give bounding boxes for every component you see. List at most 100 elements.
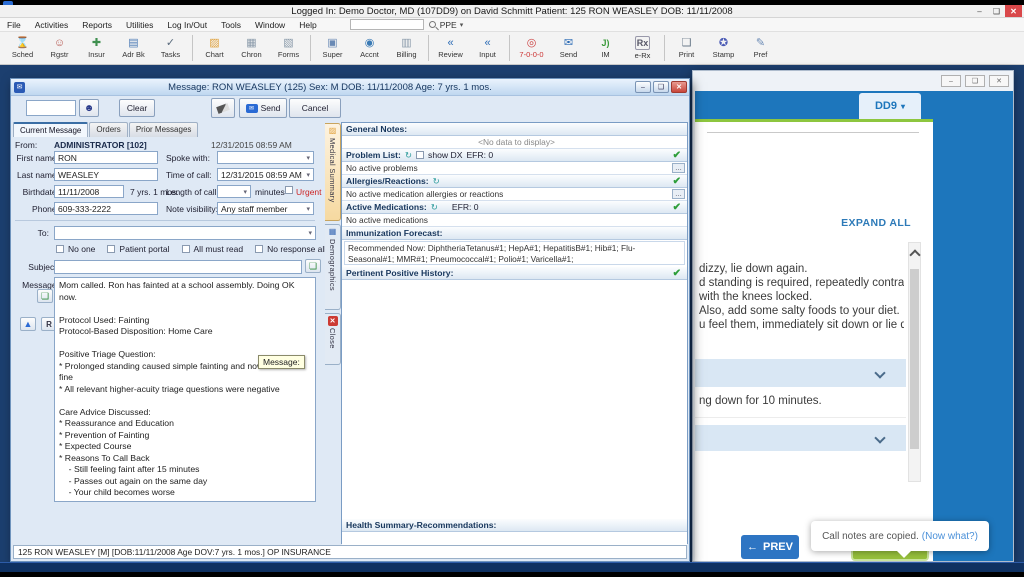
- menu-utilities[interactable]: Utilities: [119, 20, 160, 30]
- maximize-button[interactable]: ❑: [653, 81, 669, 93]
- toolbar-review[interactable]: «Review: [432, 32, 469, 64]
- toolbar-7000[interactable]: ◎7-0-0-0: [513, 32, 550, 64]
- toolbar-accnt[interactable]: ◉Accnt: [351, 32, 388, 64]
- folder-icon: ▨: [329, 126, 337, 136]
- toolbar-erx[interactable]: Rxe-Rx: [624, 32, 661, 64]
- toolbar-adrbk[interactable]: ▤Adr Bk: [115, 32, 152, 64]
- menu-loginout[interactable]: Log In/Out: [160, 20, 214, 30]
- patient-portal-checkbox[interactable]: [107, 245, 115, 253]
- message-tooltip: Message:: [258, 355, 305, 369]
- no-one-checkbox[interactable]: [56, 245, 64, 253]
- no-data-row: <No data to display>: [342, 136, 687, 149]
- spoke-with-select[interactable]: [217, 151, 314, 164]
- minimize-button[interactable]: –: [941, 75, 961, 87]
- tab-orders[interactable]: Orders: [89, 122, 127, 137]
- clear-button[interactable]: Clear: [119, 99, 155, 117]
- quick-search-input[interactable]: [350, 19, 424, 30]
- to-select[interactable]: [54, 226, 316, 240]
- toolbar-im[interactable]: J)IM: [587, 32, 624, 64]
- close-button[interactable]: ✕: [1005, 5, 1022, 17]
- side-tab-demographics[interactable]: ▦ Demographics: [325, 224, 341, 310]
- side-tab-medical-summary[interactable]: ▨ Medical Summary: [325, 123, 341, 221]
- toolbar-send[interactable]: ✉Send: [550, 32, 587, 64]
- minutes-label: minutes: [255, 187, 285, 197]
- forms-icon: ▧: [283, 37, 293, 49]
- urgent-checkbox[interactable]: [285, 186, 293, 194]
- tab-prior-messages[interactable]: Prior Messages: [129, 122, 199, 137]
- toolbar-insur[interactable]: ✚Insur: [78, 32, 115, 64]
- expand-all-link[interactable]: EXPAND ALL: [841, 217, 911, 229]
- toolbar-chart[interactable]: ▨Chart: [196, 32, 233, 64]
- menu-reports[interactable]: Reports: [75, 20, 119, 30]
- triangle-icon: ▲: [24, 319, 33, 329]
- bg-page: DD9 ▾ EXPAND ALL dizzy, lie down again. …: [695, 91, 1013, 561]
- subject-field[interactable]: [54, 260, 302, 274]
- scrollbar-thumb[interactable]: [910, 269, 919, 449]
- minimize-button[interactable]: –: [635, 81, 651, 93]
- ellipsis-button[interactable]: …: [672, 189, 685, 199]
- dd9-dropdown[interactable]: DD9 ▾: [859, 93, 921, 119]
- time-of-call-select[interactable]: 12/31/2015 08:59 AM: [217, 168, 314, 181]
- toolbar-sched[interactable]: ⌛Sched: [4, 32, 41, 64]
- toolbar-stamp[interactable]: ✪Stamp: [705, 32, 742, 64]
- toolbar-super[interactable]: ▣Super: [314, 32, 351, 64]
- scroll-up-icon[interactable]: [909, 249, 920, 260]
- now-what-link[interactable]: (Now what?): [922, 531, 978, 542]
- erase-button[interactable]: [211, 98, 235, 118]
- toolbar-tasks[interactable]: ✓Tasks: [152, 32, 189, 64]
- ellipsis-button[interactable]: …: [672, 163, 685, 173]
- toolbar-pref[interactable]: ✎Pref: [742, 32, 779, 64]
- maximize-button[interactable]: ❑: [988, 5, 1005, 17]
- review-icon: «: [447, 37, 453, 49]
- patient-search-input[interactable]: [26, 100, 76, 116]
- toolbar-rgstr[interactable]: ☺Rgstr: [41, 32, 78, 64]
- refresh-icon[interactable]: ↻: [405, 150, 412, 161]
- prev-button[interactable]: ← PREV: [741, 535, 799, 559]
- main-title: Logged In: Demo Doctor, MD (107DD9) on D…: [291, 6, 732, 17]
- minimize-button[interactable]: –: [971, 5, 988, 17]
- close-button[interactable]: ✕: [671, 81, 687, 93]
- toolbar-billing[interactable]: ▥Billing: [388, 32, 425, 64]
- toolbar-forms[interactable]: ▧Forms: [270, 32, 307, 64]
- menu-window[interactable]: Window: [248, 20, 292, 30]
- message-textarea[interactable]: Mom called. Ron has fainted at a school …: [54, 277, 316, 502]
- protocol-book-button[interactable]: ❏: [37, 289, 53, 303]
- all-must-read-checkbox[interactable]: [182, 245, 190, 253]
- accordion-section-2[interactable]: [695, 425, 906, 451]
- dial-icon: ◎: [527, 37, 537, 49]
- menu-help[interactable]: Help: [292, 20, 323, 30]
- note-visibility-select[interactable]: Any staff member: [217, 202, 314, 215]
- patient-lookup-button[interactable]: ☻: [79, 99, 99, 117]
- refresh-icon[interactable]: ↻: [431, 202, 438, 213]
- last-name-field[interactable]: WEASLEY: [54, 168, 158, 181]
- toolbar-chron[interactable]: ▦Chron: [233, 32, 270, 64]
- accordion-section-1[interactable]: [695, 359, 906, 387]
- maximize-button[interactable]: ❑: [965, 75, 985, 87]
- length-of-call-select[interactable]: [217, 185, 251, 198]
- side-tab-close[interactable]: ✕ Close: [325, 313, 341, 365]
- search-tag[interactable]: PPE: [440, 20, 457, 30]
- triage-button[interactable]: ▲: [20, 317, 36, 331]
- refresh-icon[interactable]: ↻: [433, 176, 440, 187]
- tab-current-message[interactable]: Current Message: [13, 122, 88, 137]
- show-dx-checkbox[interactable]: [416, 151, 424, 159]
- search-caret-icon[interactable]: ▾: [460, 21, 464, 29]
- phone-field[interactable]: 609-333-2222: [54, 202, 158, 215]
- first-name-field[interactable]: RON: [54, 151, 158, 164]
- close-button[interactable]: ✕: [989, 75, 1009, 87]
- toolbar-input[interactable]: «Input: [469, 32, 506, 64]
- menu-file[interactable]: File: [0, 20, 28, 30]
- account-icon: ◉: [365, 37, 375, 49]
- cancel-button[interactable]: Cancel: [289, 98, 341, 118]
- medications-header: Active Medications: ↻ EFR: 0 ✔: [342, 201, 687, 214]
- protocol-book-button[interactable]: ❏: [305, 259, 321, 273]
- phone-label: Phone:: [15, 204, 59, 214]
- toolbar-print[interactable]: ❑Print: [668, 32, 705, 64]
- no-response-checkbox[interactable]: [255, 245, 263, 253]
- dialog-titlebar: ✉ Message: RON WEASLEY (125) Sex: M DOB:…: [11, 79, 689, 96]
- scrollbar[interactable]: [908, 242, 921, 482]
- menu-activities[interactable]: Activities: [28, 20, 76, 30]
- menu-tools[interactable]: Tools: [214, 20, 248, 30]
- send-button[interactable]: ✉ Send: [239, 98, 287, 118]
- birthdate-field[interactable]: 11/11/2008: [54, 185, 124, 198]
